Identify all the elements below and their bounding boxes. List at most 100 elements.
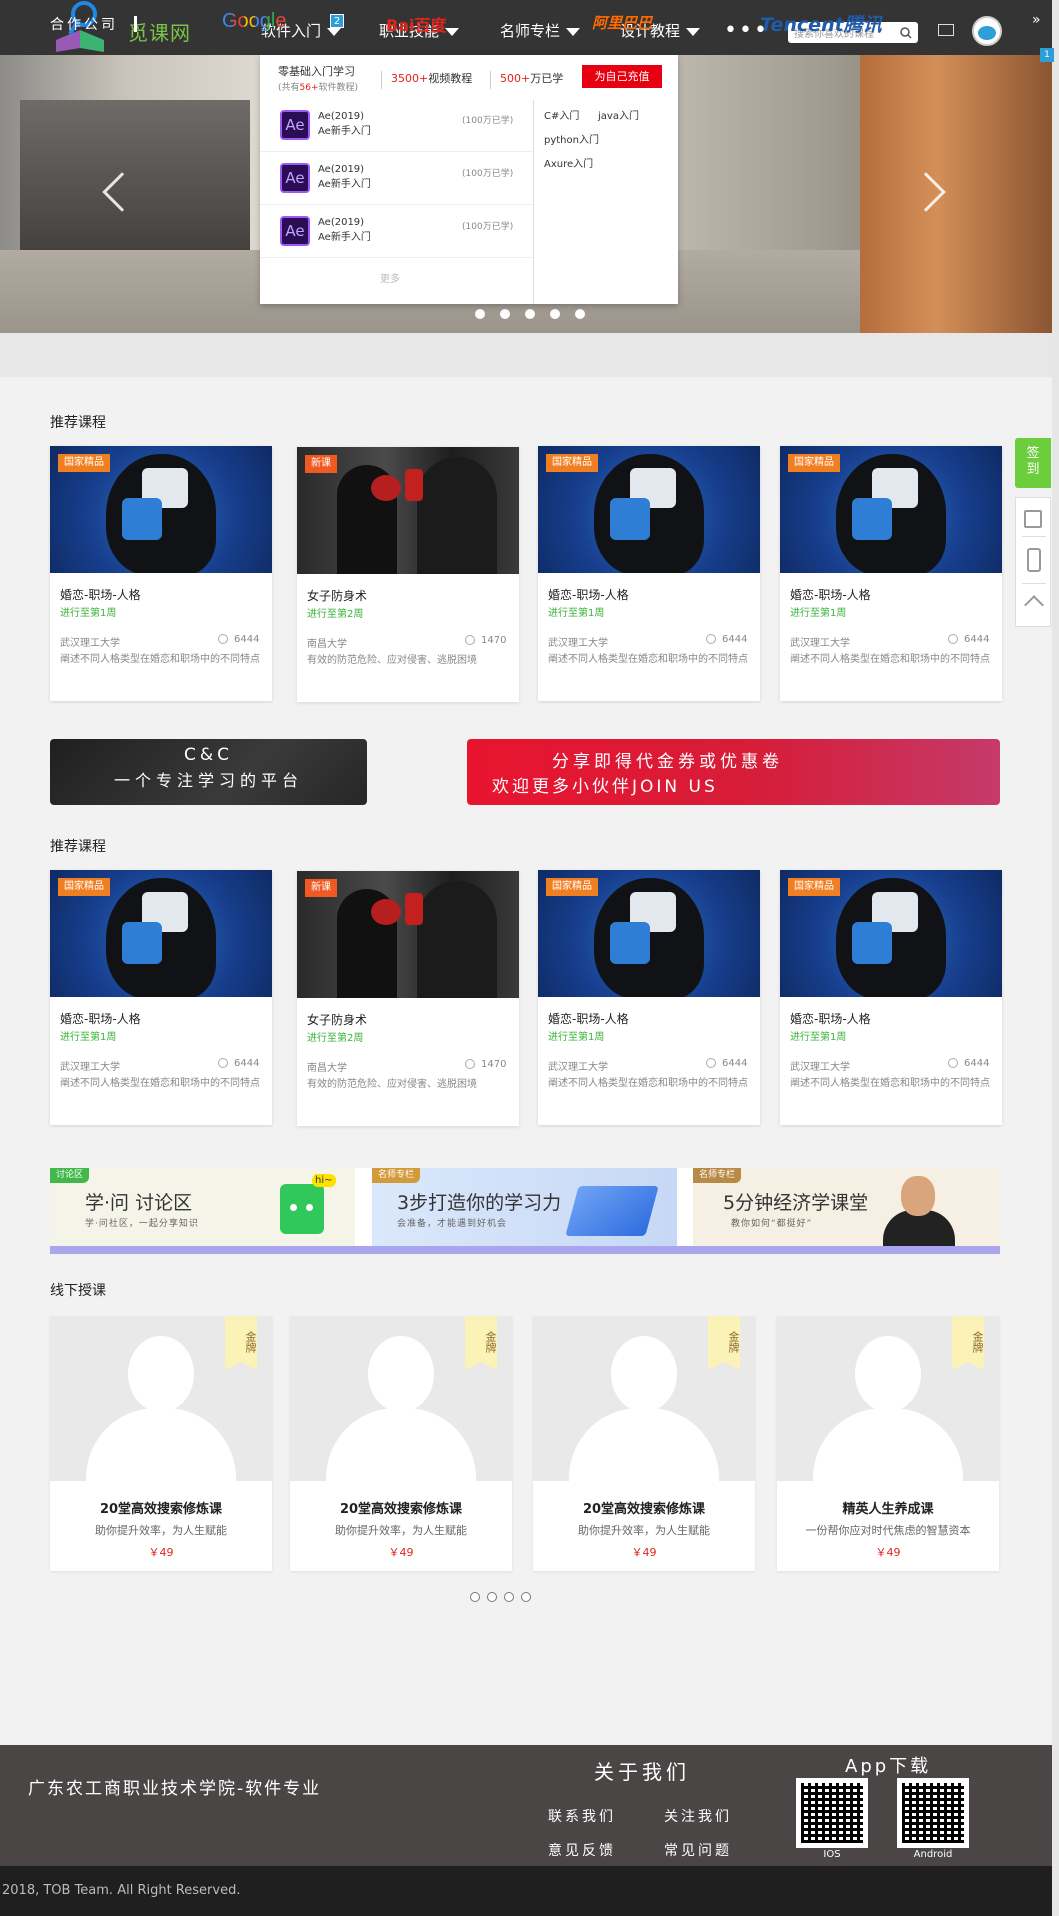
economics-feature[interactable]: 名师专栏 5分钟经济学课堂 教你如何“都挺好” [693,1168,1000,1246]
baidu-logo[interactable]: Bai百度 [386,12,446,36]
carousel-dot[interactable] [487,1592,497,1602]
robot-icon [280,1184,324,1234]
course-card[interactable]: 国家精品 婚恋-职场-人格 进行至第1周 武汉理工大学 6444 阐述不同人格类… [538,870,760,1125]
footer-school-name: 广东农工商职业技术学院-软件专业 [28,1779,322,1799]
offline-course-card[interactable]: 金牌 精英人生养成课 一份帮你应对时代焦虑的智慧资本 ￥49 [777,1316,999,1571]
promo-line: 一个专注学习的平台 [113,771,303,790]
ae-app-icon: Ae [280,110,310,140]
offline-course-price: ￥49 [388,1546,414,1559]
course-title[interactable]: 婚恋-职场-人格 [60,586,141,603]
dropdown-course-item[interactable]: Ae Ae(2019) Ae新手入门 (100万已学) [260,152,533,205]
banner-dot[interactable] [550,309,560,319]
course-tag: 新课 [305,879,337,897]
course-title[interactable]: 婚恋-职场-人格 [790,586,871,603]
footer-link-faq[interactable]: 常见问题 [664,1840,732,1860]
nav-teacher-column[interactable]: 名师专栏 [500,20,581,41]
silhouette-body [569,1408,719,1481]
offline-course-subtitle: 一份帮你应对时代焦虑的智慧资本 [805,1524,971,1537]
course-title[interactable]: 婚恋-职场-人格 [790,1010,871,1027]
learner-count: 6444 [948,1058,989,1069]
banner-dot[interactable] [500,309,510,319]
course-card[interactable]: 国家精品 婚恋-职场-人格 进行至第1周 武汉理工大学 6444 阐述不同人格类… [780,870,1002,1125]
course-title[interactable]: 婚恋-职场-人格 [60,1010,141,1027]
course-school: 武汉理工大学 [548,1062,608,1073]
dropdown-course-item[interactable]: Ae Ae(2019) Ae新手入门 (100万已学) [260,99,533,152]
edit-icon[interactable] [1024,510,1042,528]
course-card[interactable]: 国家精品 婚恋-职场-人格 进行至第1周 武汉理工大学 6444 阐述不同人格类… [538,446,760,701]
divider [381,71,382,89]
fighter-figure [417,881,497,998]
banner-dot[interactable] [575,309,585,319]
course-card[interactable]: 国家精品 婚恋-职场-人格 进行至第1周 武汉理工大学 6444 阐述不同人格类… [50,446,272,701]
course-card[interactable]: 国家精品 婚恋-职场-人格 进行至第1周 武汉理工大学 6444 阐述不同人格类… [50,870,272,1125]
alibaba-logo[interactable]: 阿里巴巴 [592,12,652,33]
course-title[interactable]: 女子防身术 [307,587,367,604]
course-school: 武汉理工大学 [548,638,608,649]
logo-text: 觅课网 [128,21,191,45]
recharge-button[interactable]: 为自己充值 [582,65,662,88]
footer-link-contact[interactable]: 联系我们 [548,1806,616,1826]
link-python[interactable]: python入门 [544,131,599,146]
course-thumbnail[interactable]: 国家精品 [50,870,272,997]
promo-line: 分享即得代金券或优惠卷 [552,752,783,772]
coupon-promo-banner[interactable]: 分享即得代金券或优惠卷 欢迎更多小伙伴JOIN US [467,739,1000,805]
course-thumbnail[interactable]: 国家精品 [50,446,272,573]
carousel-dot[interactable] [470,1592,480,1602]
search-icon[interactable] [900,27,912,39]
footer-link-follow[interactable]: 关注我们 [664,1806,732,1826]
offline-course-card[interactable]: 金牌 20堂高效搜索修炼课 助你提升效率，为人生赋能 ￥49 [533,1316,755,1571]
scrollbar[interactable] [1052,0,1059,1916]
back-to-top-icon[interactable] [1024,595,1044,615]
android-qr-code[interactable] [897,1778,969,1848]
offline-course-title[interactable]: 20堂高效搜索修炼课 [533,1498,755,1517]
course-thumbnail[interactable]: 新课 [297,871,519,998]
google-logo[interactable]: Google [222,10,287,33]
course-version: Ae(2019) [318,111,365,122]
course-thumbnail[interactable]: 国家精品 [780,870,1002,997]
mail-icon[interactable] [938,24,954,36]
link-java[interactable]: java入门 [598,107,639,122]
dropdown-course-item[interactable]: Ae Ae(2019) Ae新手入门 (100万已学) [260,205,533,258]
sign-in-button[interactable]: 签到 [1015,438,1051,488]
discussion-feature[interactable]: 讨论区 学·问 讨论区 学·问社区，一起分享知识 hi~ [50,1168,355,1246]
link-axure[interactable]: Axure入门 [544,155,593,170]
course-title[interactable]: 婚恋-职场-人格 [548,586,629,603]
mobile-icon[interactable] [1027,548,1041,572]
course-card[interactable]: 新课 女子防身术 进行至第2周 南昌大学 1470 有效的防范危险、应对侵害、逃… [297,447,519,702]
course-description: 有效的防范危险、应对侵害、逃脱困境 [307,655,477,666]
platform-promo-banner[interactable]: C&C 一个专注学习的平台 [50,739,367,805]
tencent-logo[interactable]: Tencent腾讯 [760,10,882,37]
ios-qr-code[interactable] [796,1778,868,1848]
offline-course-title[interactable]: 20堂高效搜索修炼课 [50,1498,272,1517]
course-thumbnail[interactable]: 国家精品 [538,870,760,997]
offline-course-title[interactable]: 20堂高效搜索修炼课 [290,1498,512,1517]
course-card[interactable]: 国家精品 婚恋-职场-人格 进行至第1周 武汉理工大学 6444 阐述不同人格类… [780,446,1002,701]
punch-pad [405,469,423,501]
course-description: 阐述不同人格类型在婚恋和职场中的不同特点 [60,654,260,665]
google-logo-text: Google [222,10,287,32]
banner-dot[interactable] [525,309,535,319]
divider [1022,536,1046,537]
course-thumbnail[interactable]: 国家精品 [780,446,1002,573]
chevron-right-icon[interactable]: » [1032,12,1041,28]
offline-course-card[interactable]: 金牌 20堂高效搜索修炼课 助你提升效率，为人生赋能 ￥49 [290,1316,512,1571]
offline-course-title[interactable]: 精英人生养成课 [777,1498,999,1517]
dropdown-more-link[interactable]: 更多 [380,270,400,285]
banner-dot[interactable] [475,309,485,319]
carousel-dot[interactable] [504,1592,514,1602]
course-thumbnail[interactable]: 新课 [297,447,519,574]
study-power-feature[interactable]: 名师专栏 3步打造你的学习力 会准备，才能遇到好机会 [372,1168,677,1246]
nav-label: 名师专栏 [500,22,561,40]
course-title[interactable]: 女子防身术 [307,1011,367,1028]
course-thumbnail[interactable]: 国家精品 [538,446,760,573]
carousel-dot[interactable] [521,1592,531,1602]
user-avatar[interactable] [972,16,1002,46]
footer-link-feedback[interactable]: 意见反馈 [548,1840,616,1860]
course-card[interactable]: 新课 女子防身术 进行至第2周 南昌大学 1470 有效的防范危险、应对侵害、逃… [297,871,519,1126]
dropdown-subtitle: (共有56+软件教程) [278,80,358,93]
promo-line: C&C [184,745,233,765]
link-csharp[interactable]: C#入门 [544,107,579,122]
offline-course-card[interactable]: 金牌 20堂高效搜索修炼课 助你提升效率，为人生赋能 ￥49 [50,1316,272,1571]
course-title[interactable]: 婚恋-职场-人格 [548,1010,629,1027]
feature-title: 3步打造你的学习力 [397,1192,562,1214]
